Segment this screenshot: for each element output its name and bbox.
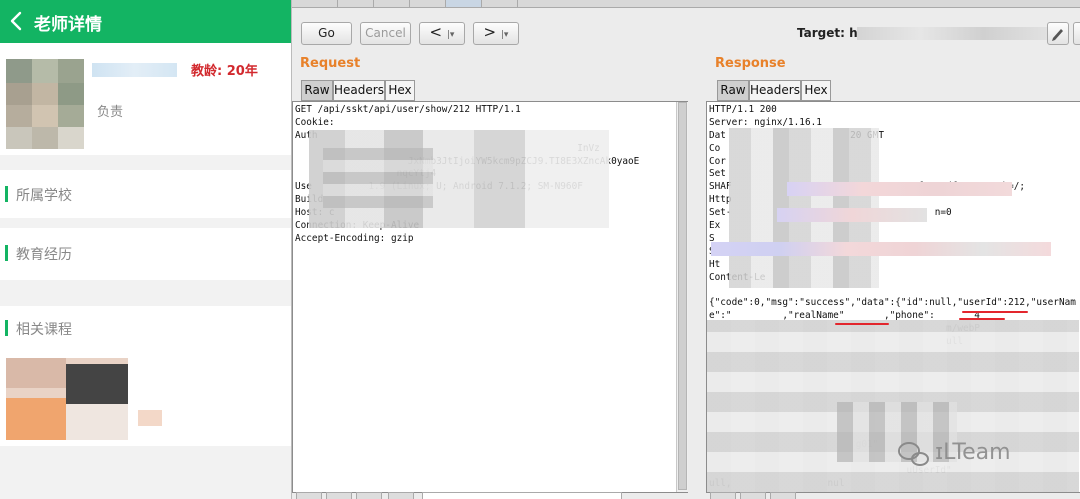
- response-editor[interactable]: HTTP/1.1 200Server: nginx/1.16.1Dat 20 G…: [706, 101, 1080, 493]
- highlight-underline-phone: [959, 318, 1005, 320]
- app-header: 老师详情: [0, 0, 291, 43]
- chat-bubble-icon: [911, 452, 929, 466]
- repeater-tab-strip: [292, 0, 1080, 8]
- screenshot: 老师详情 教龄: 20年 负责 所属学校 教育经历 相关课程 Go Cancel…: [0, 0, 1080, 499]
- section-label: 所属学校: [16, 188, 72, 204]
- request-search-next[interactable]: [326, 492, 352, 499]
- chevron-right-icon: >: [483, 23, 497, 41]
- teacher-avatar: [6, 59, 84, 149]
- go-button[interactable]: Go: [301, 22, 352, 45]
- response-search-options[interactable]: [770, 492, 796, 499]
- chevron-left-icon: <: [429, 23, 443, 41]
- response-line: {"code":0,"msg":"success","data":{"id":n…: [709, 297, 1076, 309]
- request-scrollbar[interactable]: [676, 102, 688, 492]
- response-line: HTTP/1.1 200: [709, 104, 777, 115]
- teacher-name-redacted: [92, 63, 177, 77]
- edit-target-button[interactable]: [1047, 22, 1069, 45]
- teaching-age: 教龄: 20年: [191, 64, 258, 79]
- repeater-tab[interactable]: [302, 0, 338, 7]
- response-search-prev[interactable]: [710, 492, 736, 499]
- response-tab-hex[interactable]: Hex: [801, 80, 831, 101]
- burp-repeater-panel: Go Cancel < |▾ > |▾ Target: http: Reques…: [291, 0, 1080, 499]
- teacher-profile-card: 教龄: 20年 负责: [0, 43, 291, 155]
- highlight-underline-realname: [835, 323, 889, 325]
- request-title: Request: [300, 56, 361, 71]
- course-thumbnail[interactable]: [6, 358, 128, 440]
- dropdown-icon: |▾: [500, 30, 509, 40]
- request-line: Cookie:: [295, 116, 335, 128]
- cancel-button[interactable]: Cancel: [360, 22, 411, 45]
- request-search-input[interactable]: [422, 492, 622, 499]
- previous-request-button[interactable]: < |▾: [419, 22, 465, 45]
- mobile-app-panel: 老师详情 教龄: 20年 负责 所属学校 教育经历 相关课程: [0, 0, 291, 499]
- redaction-mosaic: [323, 148, 433, 208]
- repeater-tab[interactable]: [410, 0, 446, 7]
- redaction-mosaic: [787, 182, 1012, 196]
- response-search-next[interactable]: [740, 492, 766, 499]
- request-line: GET /api/sskt/api/user/show/212 HTTP/1.1: [295, 104, 521, 115]
- redaction-mosaic: [777, 208, 927, 222]
- section-marker: [5, 245, 8, 261]
- request-scroll-thumb[interactable]: [678, 102, 687, 490]
- repeater-tab-active[interactable]: [446, 0, 482, 7]
- request-tab-headers[interactable]: Headers: [333, 80, 385, 101]
- repeater-tab[interactable]: [482, 0, 518, 7]
- dropdown-icon: |▾: [446, 30, 455, 40]
- request-editor[interactable]: GET /api/sskt/api/user/show/212 HTTP/1.1…: [292, 101, 688, 493]
- next-request-button[interactable]: > |▾: [473, 22, 519, 45]
- section-courses: 相关课程: [0, 306, 291, 446]
- pencil-icon: [1052, 29, 1063, 41]
- section-label: 相关课程: [16, 322, 72, 338]
- request-search-go[interactable]: [388, 492, 414, 499]
- repeater-tab[interactable]: [338, 0, 374, 7]
- repeater-tab[interactable]: [374, 0, 410, 7]
- page-title: 老师详情: [34, 15, 102, 35]
- section-marker: [5, 320, 8, 336]
- watermark-text: ɪLTeam: [935, 440, 1011, 465]
- back-arrow-icon[interactable]: [8, 10, 26, 32]
- target-url-redacted: [857, 27, 1047, 40]
- response-tab-raw[interactable]: Raw: [717, 80, 749, 101]
- section-school[interactable]: 所属学校: [0, 170, 291, 218]
- request-search-options[interactable]: [356, 492, 382, 499]
- request-tab-hex[interactable]: Hex: [385, 80, 415, 101]
- request-line: Accept-Encoding: gzip: [295, 232, 414, 244]
- course-title-redacted: [138, 410, 162, 426]
- section-label: 教育经历: [16, 247, 72, 263]
- help-button[interactable]: [1073, 22, 1080, 45]
- section-marker: [5, 186, 8, 202]
- section-education[interactable]: 教育经历: [0, 228, 291, 280]
- redaction-mosaic: [711, 242, 1051, 256]
- response-tab-headers[interactable]: Headers: [749, 80, 801, 101]
- request-tab-raw[interactable]: Raw: [301, 80, 333, 101]
- teacher-duty: 负责: [97, 105, 124, 120]
- response-title: Response: [715, 56, 786, 71]
- highlight-underline-userid: [962, 311, 1028, 313]
- request-search-prev[interactable]: [296, 492, 322, 499]
